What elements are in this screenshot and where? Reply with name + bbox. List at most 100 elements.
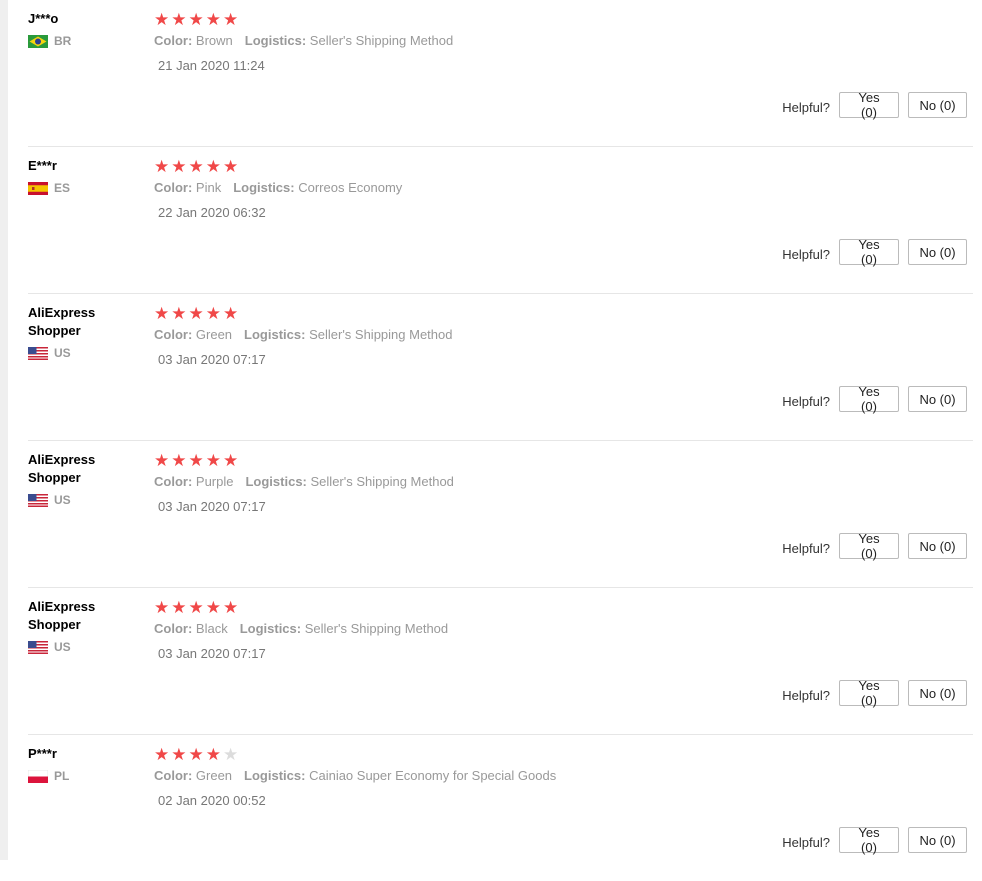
review-item: AliExpress Shopper US ★ ★ ★ ★ ★ Color: Green… [28,294,973,441]
helpful-no-button[interactable]: No (0) [908,386,967,412]
color-value: Purple [195,474,234,489]
us-flag-icon [28,346,48,360]
helpful-section: Helpful? Yes (0) No (0) [782,90,967,120]
helpful-yes-button[interactable]: Yes (0) [839,531,899,561]
review-date: 21 Jan 2020 11:24 [158,58,265,73]
reviewer-country: ES [28,181,138,195]
star-rating: ★ ★ ★ ★ ★ [154,157,402,175]
brazil-flag-icon [28,34,48,48]
reviewer-country: US [28,640,138,654]
reviewer-name: AliExpress Shopper [28,305,96,338]
review-item: J***o BR ★ ★ ★ ★ ★ Color: Brown Logistics: Se… [28,0,973,147]
helpful-label: Helpful? [782,246,830,262]
review-date: 03 Jan 2020 07:17 [158,499,266,514]
star-rating: ★ ★ ★ ★ ★ [154,598,448,616]
helpful-yes-button[interactable]: Yes (0) [839,237,899,267]
reviewer-info: AliExpress Shopper US [28,451,138,507]
country-code: US [54,346,71,360]
review-attributes: Color: Brown Logistics: Seller's Shipping… [154,33,453,48]
star-filled-icon: ★ [205,303,221,323]
reviewer-info: AliExpress Shopper US [28,304,138,360]
us-flag-icon [28,640,48,654]
helpful-yes-button[interactable]: Yes (0) [839,825,899,855]
star-rating: ★ ★ ★ ★ ★ [154,745,556,763]
helpful-section: Helpful? Yes (0) No (0) [782,531,967,561]
helpful-no-button[interactable]: No (0) [908,827,967,853]
star-filled-icon: ★ [205,156,221,176]
left-scroll-strip [0,0,8,860]
color-label: Color: [154,327,193,342]
reviewer-name: E***r [28,158,57,173]
reviewer-info: J***o BR [28,10,138,48]
logistics-label: Logistics: [239,621,302,636]
country-code: BR [54,34,72,48]
logistics-value: Seller's Shipping Method [309,33,454,48]
star-filled-icon: ★ [188,303,204,323]
reviewer-info: P***r PL [28,745,138,783]
reviewer-info: AliExpress Shopper US [28,598,138,654]
star-filled-icon: ★ [205,597,221,617]
star-filled-icon: ★ [154,9,170,29]
star-filled-icon: ★ [205,450,221,470]
review-date: 22 Jan 2020 06:32 [158,205,266,220]
star-filled-icon: ★ [188,156,204,176]
review-item: P***r PL ★ ★ ★ ★ ★ Color: Green Logistics: Ca… [28,735,973,881]
helpful-label: Helpful? [782,540,830,556]
logistics-value: Seller's Shipping Method [309,327,453,342]
reviewer-country: BR [28,34,138,48]
color-label: Color: [154,768,193,783]
helpful-no-button[interactable]: No (0) [908,239,967,265]
star-filled-icon: ★ [171,744,187,764]
star-empty-icon: ★ [223,744,239,764]
logistics-label: Logistics: [245,474,307,489]
star-filled-icon: ★ [205,744,221,764]
helpful-yes-button[interactable]: Yes (0) [839,678,899,708]
reviewer-info: E***r ES [28,157,138,195]
review-content: ★ ★ ★ ★ ★ Color: Green Logistics: Cainiao Sup… [154,745,556,809]
helpful-yes-button[interactable]: Yes (0) [839,384,899,414]
review-attributes: Color: Black Logistics: Seller's Shipping… [154,621,448,636]
review-content: ★ ★ ★ ★ ★ Color: Black Logistics: Seller's Sh… [154,598,448,662]
review-content: ★ ★ ★ ★ ★ Color: Brown Logistics: Seller's Sh… [154,10,453,74]
helpful-no-button[interactable]: No (0) [908,533,967,559]
reviewer-name: P***r [28,746,57,761]
star-filled-icon: ★ [188,450,204,470]
reviewer-name: AliExpress Shopper [28,599,96,632]
review-content: ★ ★ ★ ★ ★ Color: Purple Logistics: Seller's S… [154,451,454,515]
reviewer-country: US [28,346,138,360]
color-label: Color: [154,33,193,48]
star-filled-icon: ★ [171,9,187,29]
poland-flag-icon [28,769,48,783]
color-label: Color: [154,474,193,489]
helpful-section: Helpful? Yes (0) No (0) [782,678,967,708]
review-attributes: Color: Pink Logistics: Correos Economy [154,180,402,195]
star-filled-icon: ★ [171,156,187,176]
country-code: PL [54,769,70,783]
helpful-section: Helpful? Yes (0) No (0) [782,237,967,267]
logistics-label: Logistics: [244,33,307,48]
review-attributes: Color: Purple Logistics: Seller's Shippin… [154,474,454,489]
star-filled-icon: ★ [154,303,170,323]
reviewer-name: J***o [28,11,59,26]
star-filled-icon: ★ [223,450,239,470]
color-label: Color: [154,621,193,636]
star-filled-icon: ★ [154,744,170,764]
helpful-no-button[interactable]: No (0) [908,680,967,706]
star-filled-icon: ★ [223,303,239,323]
review-item: AliExpress Shopper US ★ ★ ★ ★ ★ Color: Black… [28,588,973,735]
star-filled-icon: ★ [188,597,204,617]
helpful-no-button[interactable]: No (0) [908,92,967,118]
star-rating: ★ ★ ★ ★ ★ [154,451,454,469]
star-rating: ★ ★ ★ ★ ★ [154,10,453,28]
color-value: Brown [195,33,233,48]
country-code: US [54,493,71,507]
helpful-yes-button[interactable]: Yes (0) [839,90,899,120]
spain-flag-icon [28,181,48,195]
color-value: Pink [195,180,222,195]
country-code: ES [54,181,71,195]
star-filled-icon: ★ [171,450,187,470]
star-filled-icon: ★ [223,9,239,29]
review-item: E***r ES ★ ★ ★ ★ ★ Color: Pink Logistics: Cor… [28,147,973,294]
review-item: AliExpress Shopper US ★ ★ ★ ★ ★ Color: Purpl… [28,441,973,588]
helpful-section: Helpful? Yes (0) No (0) [782,825,967,855]
